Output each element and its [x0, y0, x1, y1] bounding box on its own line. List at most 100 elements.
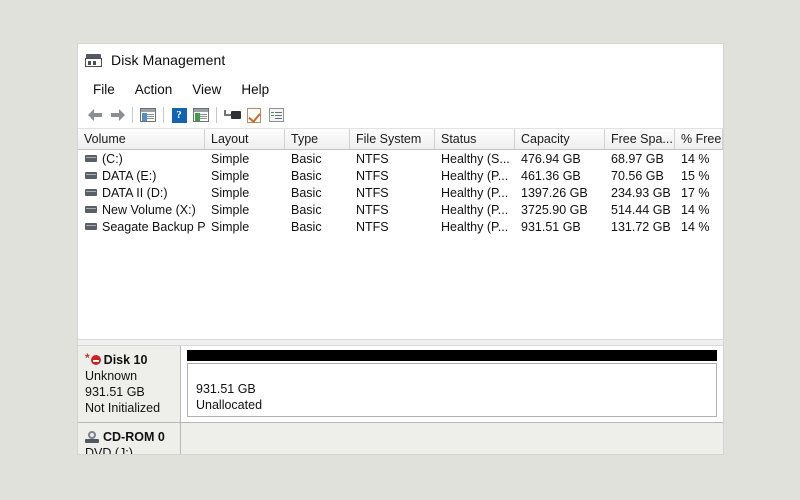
asterisk-icon: * [85, 351, 90, 365]
cell-volume-label: DATA (E:) [102, 168, 157, 183]
drive-icon [85, 172, 97, 179]
menu-bar: File Action View Help [78, 76, 723, 102]
checklist-icon [268, 108, 284, 122]
cell-volume-label: (C:) [102, 151, 123, 166]
cell-pct-free: 14 % [681, 219, 710, 234]
forward-button[interactable] [106, 105, 128, 125]
show-hide-console-tree-button[interactable] [137, 105, 159, 125]
column-header-volume[interactable]: Volume [78, 129, 205, 149]
cell-status: Healthy (S... [441, 151, 510, 166]
cell-capacity: 476.94 GB [521, 151, 581, 166]
cdrom-media-label: DVD (J:) [85, 446, 133, 454]
show-hide-action-pane-button[interactable] [190, 105, 212, 125]
cell-type: Basic [291, 219, 322, 234]
table-row[interactable]: New Volume (X:) Simple Basic NTFS Health… [78, 201, 723, 218]
disk-management-window: Disk Management File Action View Help ? [78, 44, 723, 454]
arrow-right-icon [110, 109, 125, 121]
cell-layout: Simple [211, 202, 250, 217]
cdrom-graphic-area [181, 423, 723, 454]
menu-item-help[interactable]: Help [235, 80, 278, 99]
disk-state-label: Not Initialized [85, 401, 161, 415]
cdrom-name-label: CD-ROM 0 [103, 430, 165, 444]
disk-graphic-area: 931.51 GB Unallocated [181, 346, 723, 423]
cell-pct-free: 15 % [681, 168, 710, 183]
menu-item-view[interactable]: View [186, 80, 230, 99]
cell-volume: (C:) [78, 152, 205, 166]
column-header-capacity[interactable]: Capacity [515, 129, 605, 149]
partition-size-label: 931.51 GB [196, 382, 256, 396]
cell-file-system: NTFS [356, 219, 389, 234]
disk-info-panel[interactable]: * Disk 10 Unknown 931.51 GB Not Initiali… [78, 346, 181, 423]
cell-capacity: 1397.26 GB [521, 185, 588, 200]
table-row[interactable]: (C:) Simple Basic NTFS Healthy (S... 476… [78, 150, 723, 167]
back-button[interactable] [84, 105, 106, 125]
column-header-free-space[interactable]: Free Spa... [605, 129, 675, 149]
rescan-disks-button[interactable] [221, 105, 243, 125]
column-header-file-system[interactable]: File System [350, 129, 435, 149]
disk-row-cdrom-0: CD-ROM 0 DVD (J:) [78, 423, 723, 454]
pane-splitter[interactable] [78, 339, 723, 346]
disk-size-label: 931.51 GB [85, 385, 145, 399]
disk-name-label: Disk 10 [103, 353, 148, 367]
disk-title: * Disk 10 [85, 352, 176, 368]
cell-status: Healthy (P... [441, 185, 509, 200]
action-pane-icon [193, 108, 209, 122]
toolbar-separator [132, 107, 133, 123]
menu-item-action[interactable]: Action [129, 80, 182, 99]
cell-pct-free: 14 % [681, 151, 710, 166]
cell-volume: DATA (E:) [78, 169, 205, 183]
cell-volume-label: New Volume (X:) [102, 202, 196, 217]
cell-free-space: 131.72 GB [611, 219, 671, 234]
help-question-icon: ? [171, 107, 187, 123]
cell-status: Healthy (P... [441, 168, 509, 183]
cell-file-system: NTFS [356, 185, 389, 200]
cell-type: Basic [291, 185, 322, 200]
cell-status: Healthy (P... [441, 202, 509, 217]
column-header-type[interactable]: Type [285, 129, 350, 149]
checkmark-page-icon [247, 107, 261, 123]
cell-type: Basic [291, 202, 322, 217]
cell-free-space: 68.97 GB [611, 151, 664, 166]
table-row[interactable]: DATA (E:) Simple Basic NTFS Healthy (P..… [78, 167, 723, 184]
cell-file-system: NTFS [356, 151, 389, 166]
column-header-pct-free[interactable]: % Free [675, 129, 723, 149]
cell-volume: New Volume (X:) [78, 203, 205, 217]
cell-volume: Seagate Backup Pl... [78, 220, 205, 234]
cell-volume-label: DATA II (D:) [102, 185, 168, 200]
disk-management-icon [85, 53, 102, 68]
cell-free-space: 234.93 GB [611, 185, 671, 200]
cell-type: Basic [291, 168, 322, 183]
help-button[interactable]: ? [168, 105, 190, 125]
cdrom-info-panel[interactable]: CD-ROM 0 DVD (J:) [78, 423, 181, 454]
cell-capacity: 461.36 GB [521, 168, 581, 183]
cdrom-title: CD-ROM 0 [85, 429, 176, 445]
column-header-status[interactable]: Status [435, 129, 515, 149]
table-row[interactable]: Seagate Backup Pl... Simple Basic NTFS H… [78, 218, 723, 235]
cell-layout: Simple [211, 151, 250, 166]
volume-table-header: Volume Layout Type File System Status Ca… [78, 129, 723, 150]
cell-status: Healthy (P... [441, 219, 509, 234]
cell-pct-free: 14 % [681, 202, 710, 217]
partition-status-label: Unallocated [196, 398, 263, 412]
list-view-button[interactable] [265, 105, 287, 125]
toolbar-separator [163, 107, 164, 123]
drive-icon [85, 223, 97, 230]
toolbar: ? [78, 102, 723, 128]
cell-volume: DATA II (D:) [78, 186, 205, 200]
volume-list-pane: Volume Layout Type File System Status Ca… [78, 128, 723, 339]
cell-layout: Simple [211, 219, 250, 234]
properties-button[interactable] [243, 105, 265, 125]
title-bar: Disk Management [78, 44, 723, 76]
table-row[interactable]: DATA II (D:) Simple Basic NTFS Healthy (… [78, 184, 723, 201]
drive-icon [85, 206, 97, 213]
partition-header-strip [187, 350, 717, 361]
cell-layout: Simple [211, 185, 250, 200]
disk-row-disk-10: * Disk 10 Unknown 931.51 GB Not Initiali… [78, 346, 723, 423]
partition-unallocated[interactable]: 931.51 GB Unallocated [187, 363, 717, 417]
error-circle-icon [90, 355, 101, 365]
menu-item-file[interactable]: File [87, 80, 124, 99]
cell-volume-label: Seagate Backup Pl... [102, 219, 205, 234]
plug-icon [223, 109, 241, 121]
column-header-layout[interactable]: Layout [205, 129, 285, 149]
cell-layout: Simple [211, 168, 250, 183]
